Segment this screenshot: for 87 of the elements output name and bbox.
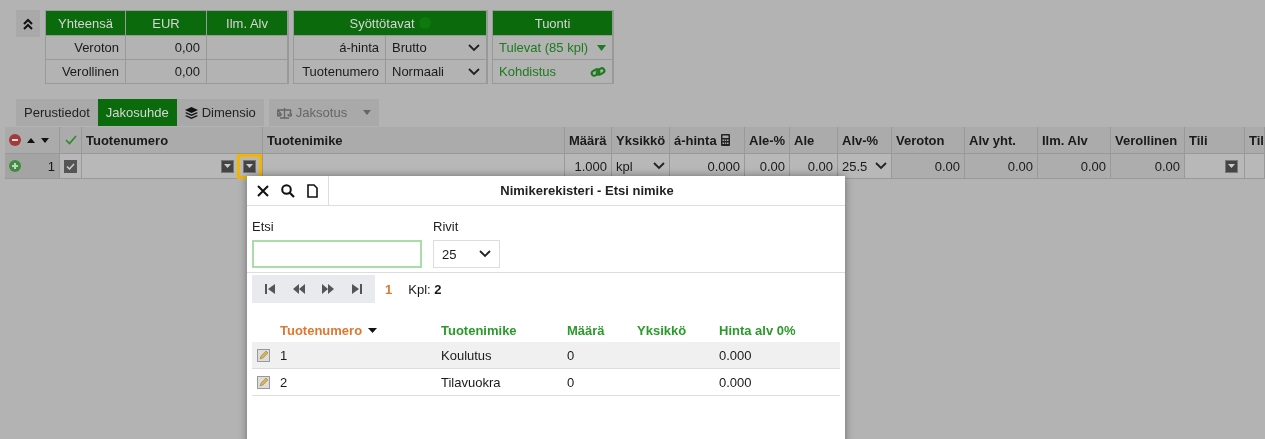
chevron-icon [875, 162, 887, 170]
table-cell: 0.000 [719, 347, 752, 363]
column-header: Yhteensä [46, 11, 126, 35]
column-header[interactable]: á-hinta [670, 127, 745, 154]
column-header[interactable]: Til [1245, 127, 1265, 154]
next-page-button[interactable] [322, 283, 334, 295]
caret-icon [246, 164, 253, 168]
dialog-title: Nimikerekisteri - Etsi nimike [499, 182, 675, 200]
link-icon [590, 65, 606, 78]
column-header[interactable]: Verollinen [1111, 127, 1185, 154]
check-icon [64, 135, 77, 145]
table-cell: 0 [567, 347, 575, 363]
field-label: Rivit [433, 219, 460, 234]
add-icon[interactable] [9, 160, 21, 172]
column-header[interactable]: Määrä [567, 322, 605, 338]
calculator-icon[interactable] [720, 134, 730, 146]
table-cell: 1 [280, 347, 288, 363]
chevron-icon [479, 250, 491, 258]
column-header[interactable]: Alv-% [838, 127, 892, 154]
row-label: Verollinen [46, 59, 126, 83]
table-cell: 0.00 [892, 154, 965, 179]
up-arrow-icon[interactable] [27, 137, 35, 143]
new-document-button[interactable] [307, 183, 318, 198]
double-chevron-icon [22, 17, 34, 30]
column-header[interactable]: Ilm. Alv [1038, 127, 1111, 154]
caret-icon [363, 110, 372, 115]
edit-icon[interactable] [257, 375, 270, 389]
table-cell: Tilavuokra [441, 374, 501, 390]
table-cell: 0.000 [719, 374, 752, 390]
column-header[interactable]: Tuotenumero [82, 127, 263, 154]
tab[interactable]: Dimensio [176, 99, 264, 126]
sort-caret-icon [368, 327, 378, 333]
caret-icon [1228, 164, 1235, 168]
rows-select[interactable]: 25 [433, 240, 500, 268]
down-arrow-icon[interactable] [41, 137, 49, 143]
select-cell[interactable]: 25.5 [838, 154, 892, 179]
panel-title: Syöttötavat [349, 15, 415, 31]
column-header[interactable]: Tuotenimike [441, 322, 517, 338]
column-header[interactable]: Tuotenimike [263, 127, 565, 154]
column-header[interactable]: Ale-% [745, 127, 790, 154]
chevron-icon [653, 162, 665, 170]
column-header[interactable]: Hinta alv 0% [719, 322, 796, 338]
column-header[interactable]: Veroton [892, 127, 965, 154]
row-label: Veroton [46, 35, 126, 59]
tab[interactable]: Jakosuhde [97, 99, 177, 126]
remove-icon[interactable] [9, 134, 21, 146]
table-cell: 0,00 [126, 35, 207, 59]
tab[interactable]: Perustiedot [16, 99, 98, 126]
caret-icon [597, 44, 606, 51]
caret-icon [224, 164, 231, 168]
table-cell: 0.00 [965, 154, 1038, 179]
item-count: Kpl: 2 [408, 281, 442, 297]
select-field[interactable]: Normaali [386, 59, 487, 83]
field-label: á-hinta [294, 35, 386, 59]
close-button[interactable] [257, 184, 269, 197]
table-cell: 0.00 [1038, 154, 1111, 179]
table-cell: 0 [567, 374, 575, 390]
column-header[interactable]: Alv yht. [965, 127, 1038, 154]
previous-page-button[interactable] [293, 283, 305, 295]
table-cell: 0,00 [126, 59, 207, 83]
dropdown-button[interactable] [1225, 159, 1238, 173]
collapse-button[interactable] [16, 10, 40, 37]
last-page-button[interactable] [351, 283, 363, 295]
table-cell: 0.00 [1111, 154, 1185, 179]
first-page-button[interactable] [264, 283, 276, 295]
chevron-icon [468, 67, 480, 76]
dropdown-button[interactable] [221, 159, 234, 173]
column-header: Ilm. Alv [207, 11, 288, 35]
column-header[interactable]: Tili [1185, 127, 1245, 154]
scale-icon [276, 106, 292, 119]
checkbox[interactable] [64, 159, 77, 173]
search-button[interactable] [281, 183, 295, 198]
row-number: 1 [47, 158, 55, 174]
select-field[interactable]: Brutto [386, 35, 487, 59]
table-cell: 2 [280, 374, 288, 390]
chevron-icon [468, 43, 480, 52]
panel-title: Tuonti [493, 11, 613, 35]
column-header: EUR [126, 11, 207, 35]
table-cell: Koulutus [441, 347, 492, 363]
column-header[interactable]: Ale [790, 127, 838, 154]
column-header[interactable]: Määrä [565, 127, 612, 154]
field-label: Etsi [252, 219, 275, 234]
column-header[interactable]: Yksikkö [637, 322, 687, 338]
layers-icon [184, 106, 198, 119]
search-field[interactable] [252, 240, 422, 268]
column-header[interactable]: Yksikkö [612, 127, 670, 154]
field-label: Tuotenumero [294, 59, 386, 83]
